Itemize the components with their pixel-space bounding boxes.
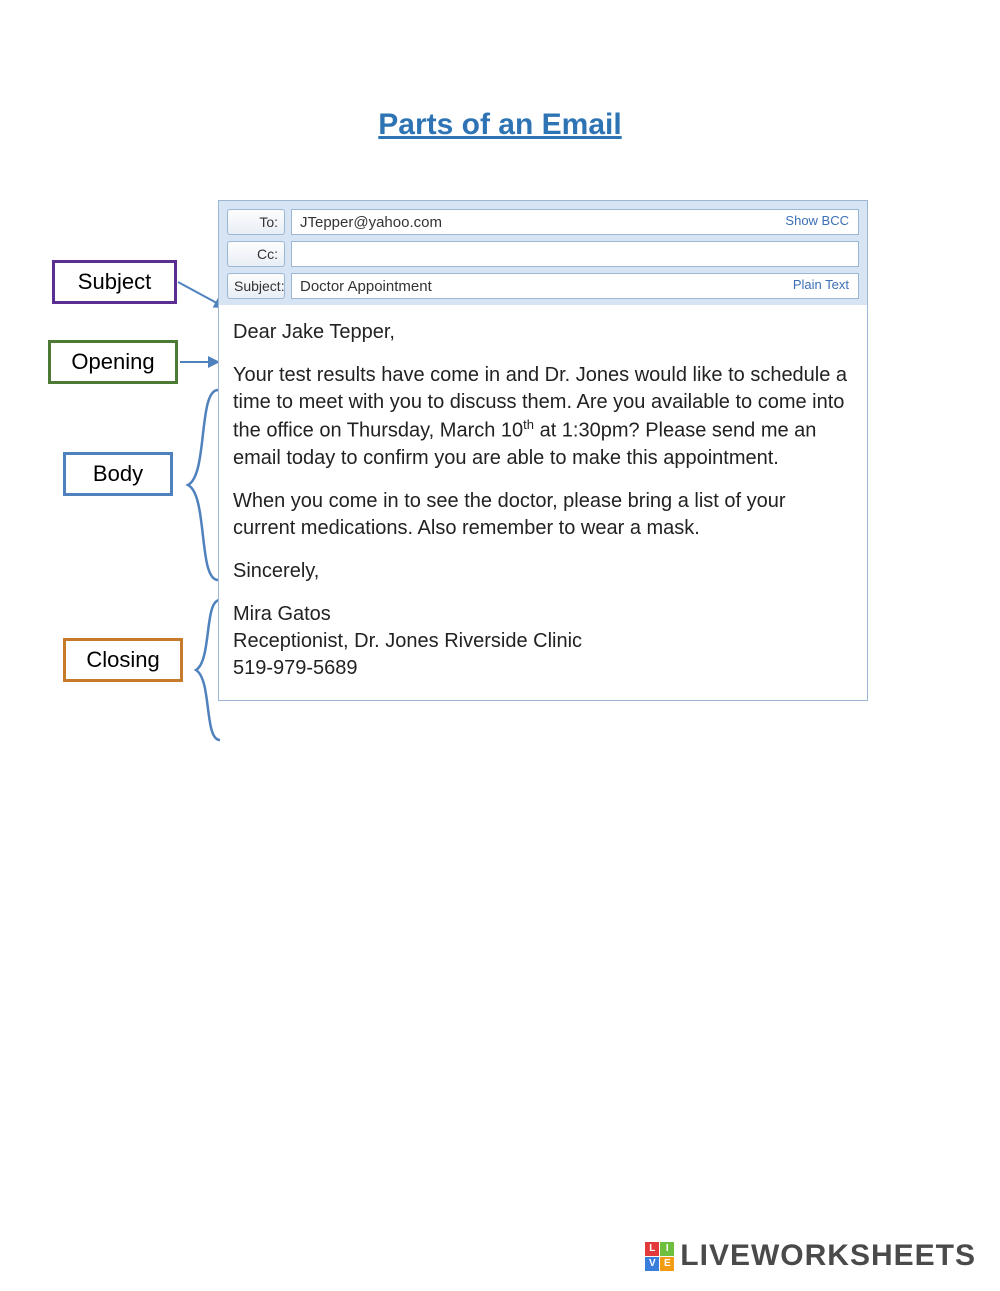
to-field[interactable]: JTepper@yahoo.com (291, 209, 859, 235)
email-header: To: JTepper@yahoo.com Show BCC Cc: Subje… (219, 201, 867, 305)
page-title: Parts of an Email (0, 108, 1000, 142)
to-button[interactable]: To: (227, 209, 285, 235)
cc-row: Cc: (227, 241, 859, 267)
signature-phone: 519-979-5689 (233, 657, 358, 679)
brace-body (178, 390, 222, 580)
badge-br: E (660, 1257, 674, 1271)
email-signature: Mira Gatos Receptionist, Dr. Jones River… (233, 601, 853, 682)
badge-tr: I (660, 1242, 674, 1256)
email-opening-line: Dear Jake Tepper, (233, 319, 853, 346)
cc-field[interactable] (291, 241, 859, 267)
show-bcc-link[interactable]: Show BCC (785, 213, 849, 228)
plain-text-link[interactable]: Plain Text (793, 277, 849, 292)
label-opening: Opening (48, 340, 178, 384)
brand-text: LIVEWORKSHEETS (680, 1239, 976, 1273)
subject-row: Subject: Doctor Appointment Plain Text (227, 273, 859, 299)
label-closing: Closing (63, 638, 183, 682)
label-subject: Subject (52, 260, 177, 304)
badge-tl: L (645, 1242, 659, 1256)
email-body-area[interactable]: Dear Jake Tepper, Your test results have… (219, 305, 867, 700)
p1-sup: th (523, 417, 534, 432)
signature-title: Receptionist, Dr. Jones Riverside Clinic (233, 630, 582, 652)
cc-button[interactable]: Cc: (227, 241, 285, 267)
subject-button[interactable]: Subject: (227, 273, 285, 299)
badge-bl: V (645, 1257, 659, 1271)
brand-badge-icon: L I V E (645, 1242, 674, 1271)
email-window: To: JTepper@yahoo.com Show BCC Cc: Subje… (218, 200, 868, 701)
email-body-paragraph-1: Your test results have come in and Dr. J… (233, 362, 853, 472)
signature-name: Mira Gatos (233, 603, 331, 625)
email-closing-salutation: Sincerely, (233, 558, 853, 585)
to-row: To: JTepper@yahoo.com Show BCC (227, 209, 859, 235)
label-body: Body (63, 452, 173, 496)
subject-field[interactable]: Doctor Appointment (291, 273, 859, 299)
email-body-paragraph-2: When you come in to see the doctor, plea… (233, 488, 853, 542)
brand-footer: L I V E LIVEWORKSHEETS (645, 1239, 976, 1273)
